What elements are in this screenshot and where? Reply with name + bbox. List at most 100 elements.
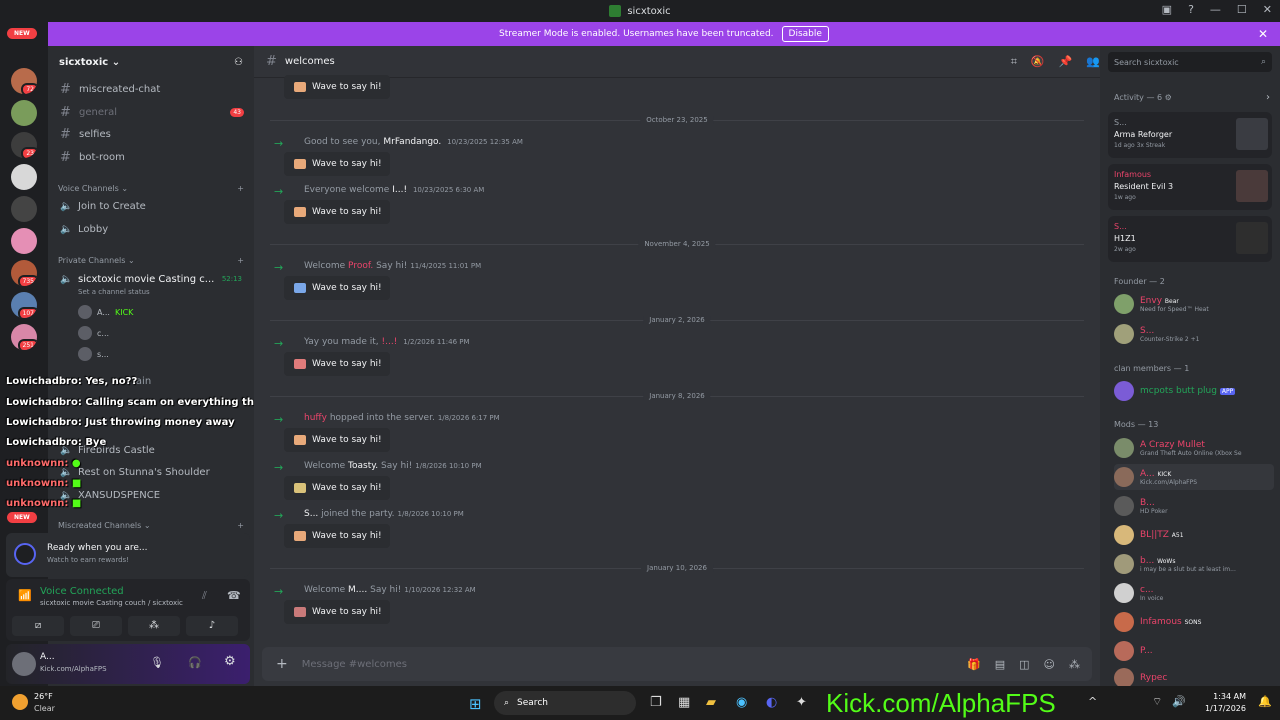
activity-label[interactable]: Activity — 6 ⚙ — [1114, 93, 1172, 102]
sticker-picker-icon[interactable]: ◫ — [1019, 658, 1029, 671]
voice-category[interactable]: Voice Channels ⌄ + — [58, 184, 244, 193]
member-item[interactable]: A... KICK Kick.com/AlphaFPS — [1114, 464, 1274, 490]
username[interactable]: !...! — [382, 337, 398, 347]
threads-icon[interactable]: ⌗ — [1011, 55, 1017, 69]
channel-status[interactable]: Set a channel status — [78, 288, 150, 296]
file-explorer-icon[interactable]: ▰ — [706, 695, 716, 710]
network-icon[interactable]: ⌔ — [1152, 695, 1162, 709]
member-item[interactable]: A Crazy Mullet Grand Theft Auto Online (X… — [1114, 435, 1274, 461]
discord-icon[interactable]: ◐ — [766, 695, 777, 710]
voice-user[interactable]: s... — [78, 347, 109, 361]
add-attachment-icon[interactable]: + — [276, 656, 288, 672]
user-avatar[interactable] — [12, 652, 36, 676]
channel-join-to-create[interactable]: 🔈 Join to Create — [56, 196, 246, 216]
voice-user[interactable]: c... — [78, 326, 109, 340]
noise-suppression-icon[interactable]: ⫽ — [202, 589, 207, 603]
voice-user[interactable]: A... KICK — [78, 305, 133, 319]
wave-button[interactable]: Wave to say hi! — [284, 352, 390, 376]
search-input[interactable]: Search sicxtoxic ⌕ — [1108, 52, 1272, 72]
guild-header[interactable]: sicxtoxic ⌄ ⚇ — [48, 46, 254, 78]
disconnect-icon[interactable]: ☎ — [227, 589, 241, 602]
signal-icon[interactable]: 📶 — [18, 589, 32, 602]
inbox-icon[interactable]: ▣ — [1162, 3, 1172, 16]
chevron-right-icon[interactable]: › — [1266, 92, 1270, 103]
member-list-icon[interactable]: 👥 — [1086, 55, 1100, 69]
message-input[interactable]: Message #welcomes — [302, 659, 407, 670]
headphones-icon[interactable]: 🎧 — [188, 656, 202, 669]
username[interactable]: I...! — [392, 185, 407, 195]
channel-general[interactable]: # general 43 — [56, 102, 246, 122]
apps-icon[interactable]: ⁂ — [1069, 658, 1080, 671]
wave-button[interactable]: Wave to say hi! — [284, 476, 390, 500]
channel-selfies[interactable]: # selfies — [56, 124, 246, 144]
server-icon[interactable] — [11, 228, 37, 254]
member-item[interactable]: b... WoWs i may be a slut but at least im… — [1114, 551, 1274, 577]
activity-card[interactable]: S... Arma Reforger 1d ago 3x Streak — [1108, 112, 1272, 158]
windows-start-icon[interactable]: ⊞ — [469, 695, 482, 713]
username[interactable]: Proof. — [348, 261, 373, 271]
activities-button[interactable]: ⁂ — [128, 616, 180, 636]
add-channel-icon[interactable]: + — [237, 184, 244, 193]
server-icon[interactable] — [11, 100, 37, 126]
pinned-icon[interactable]: 📌 — [1059, 55, 1073, 69]
notification-icon[interactable]: 🔔 — [1258, 695, 1272, 708]
server-icon[interactable] — [11, 196, 37, 222]
volume-icon[interactable]: 🔊 — [1172, 695, 1186, 708]
close-window-icon[interactable]: ✕ — [1263, 3, 1272, 16]
channel-xansudspence[interactable]: 🔈 XANSUDSPENCE — [56, 485, 246, 505]
username[interactable]: M.... — [348, 585, 367, 595]
member-item[interactable]: Infamous SONS — [1114, 609, 1274, 635]
activity-card[interactable]: S... H1Z1 2w ago — [1108, 216, 1272, 262]
browser-icon[interactable]: ◉ — [736, 695, 747, 710]
username[interactable]: Toasty. — [348, 461, 378, 471]
wave-button[interactable]: Wave to say hi! — [284, 200, 390, 224]
settings-gear-icon[interactable]: ⚙ — [224, 654, 236, 669]
channel-private-voice[interactable]: 🔈 sicxtoxic movie Casting c... 52:13 — [56, 269, 246, 289]
server-icon[interactable]: 23 — [11, 132, 37, 158]
member-item[interactable]: P... — [1114, 638, 1274, 664]
wave-button[interactable]: Wave to say hi! — [284, 152, 390, 176]
help-icon[interactable]: ? — [1188, 3, 1194, 16]
microphone-icon[interactable]: 🎙 — [150, 656, 164, 669]
wave-button[interactable]: Wave to say hi! — [284, 428, 390, 452]
wave-button[interactable]: Wave to say hi! — [284, 524, 390, 548]
channel-miscreated-chat[interactable]: # miscreated-chat — [56, 79, 246, 99]
member-item[interactable]: c... In voice — [1114, 580, 1274, 606]
miscreated-category[interactable]: Miscreated Channels ⌄ + — [58, 521, 244, 530]
task-view-icon[interactable]: ❐ — [650, 695, 662, 710]
member-item[interactable]: S... Counter-Strike 2 +1 — [1114, 321, 1274, 347]
voice-path[interactable]: sicxtoxic movie Casting couch / sicxtoxi… — [40, 599, 183, 607]
camera-button[interactable]: ⧄ — [12, 616, 64, 636]
maximize-icon[interactable]: ☐ — [1237, 3, 1247, 16]
minimize-icon[interactable]: — — [1210, 3, 1221, 16]
server-icon[interactable]: 251 — [11, 324, 37, 350]
server-icon[interactable]: 72 — [11, 68, 37, 94]
member-item[interactable]: mcpots butt plug APP — [1114, 378, 1274, 404]
app-icon[interactable]: ✦ — [796, 695, 807, 710]
username[interactable]: MrFandango. — [383, 137, 441, 147]
member-item[interactable]: Envy Bear Need for Speed™ Heat — [1114, 291, 1274, 317]
username[interactable]: huffy — [304, 413, 327, 423]
chevron-up-icon[interactable]: ^ — [1088, 695, 1097, 708]
message-composer[interactable]: + Message #welcomes 🎁 ▤ ◫ ☺ ⁂ — [262, 647, 1092, 681]
member-item[interactable]: BL||TZ A51 — [1114, 522, 1274, 548]
notifications-icon[interactable]: 🔕 — [1031, 55, 1045, 69]
wave-button[interactable]: Wave to say hi! — [284, 75, 390, 99]
weather-temp[interactable]: 26°F — [34, 692, 53, 701]
disable-button[interactable]: Disable — [781, 26, 829, 42]
add-channel-icon[interactable]: + — [237, 521, 244, 530]
server-icon[interactable] — [11, 164, 37, 190]
channel-bot-room[interactable]: # bot-room — [56, 147, 246, 167]
username[interactable]: S... — [304, 509, 318, 519]
soundboard-button[interactable]: ♪ — [186, 616, 238, 636]
wave-button[interactable]: Wave to say hi! — [284, 276, 390, 300]
emoji-picker-icon[interactable]: ☺ — [1044, 658, 1055, 671]
channel-lobby[interactable]: 🔈 Lobby — [56, 219, 246, 239]
private-category[interactable]: Private Channels ⌄ + — [58, 256, 244, 265]
invite-icon[interactable]: ⚇ — [234, 57, 243, 68]
store-icon[interactable]: ▦ — [678, 695, 690, 710]
channel-rest-on-stunna[interactable]: 🔈 Rest on Stunna's Shoulder — [56, 462, 246, 482]
screenshare-button[interactable]: ⎚ — [70, 616, 122, 636]
gift-icon[interactable]: 🎁 — [967, 658, 981, 671]
server-icon[interactable]: 735 — [11, 260, 37, 286]
